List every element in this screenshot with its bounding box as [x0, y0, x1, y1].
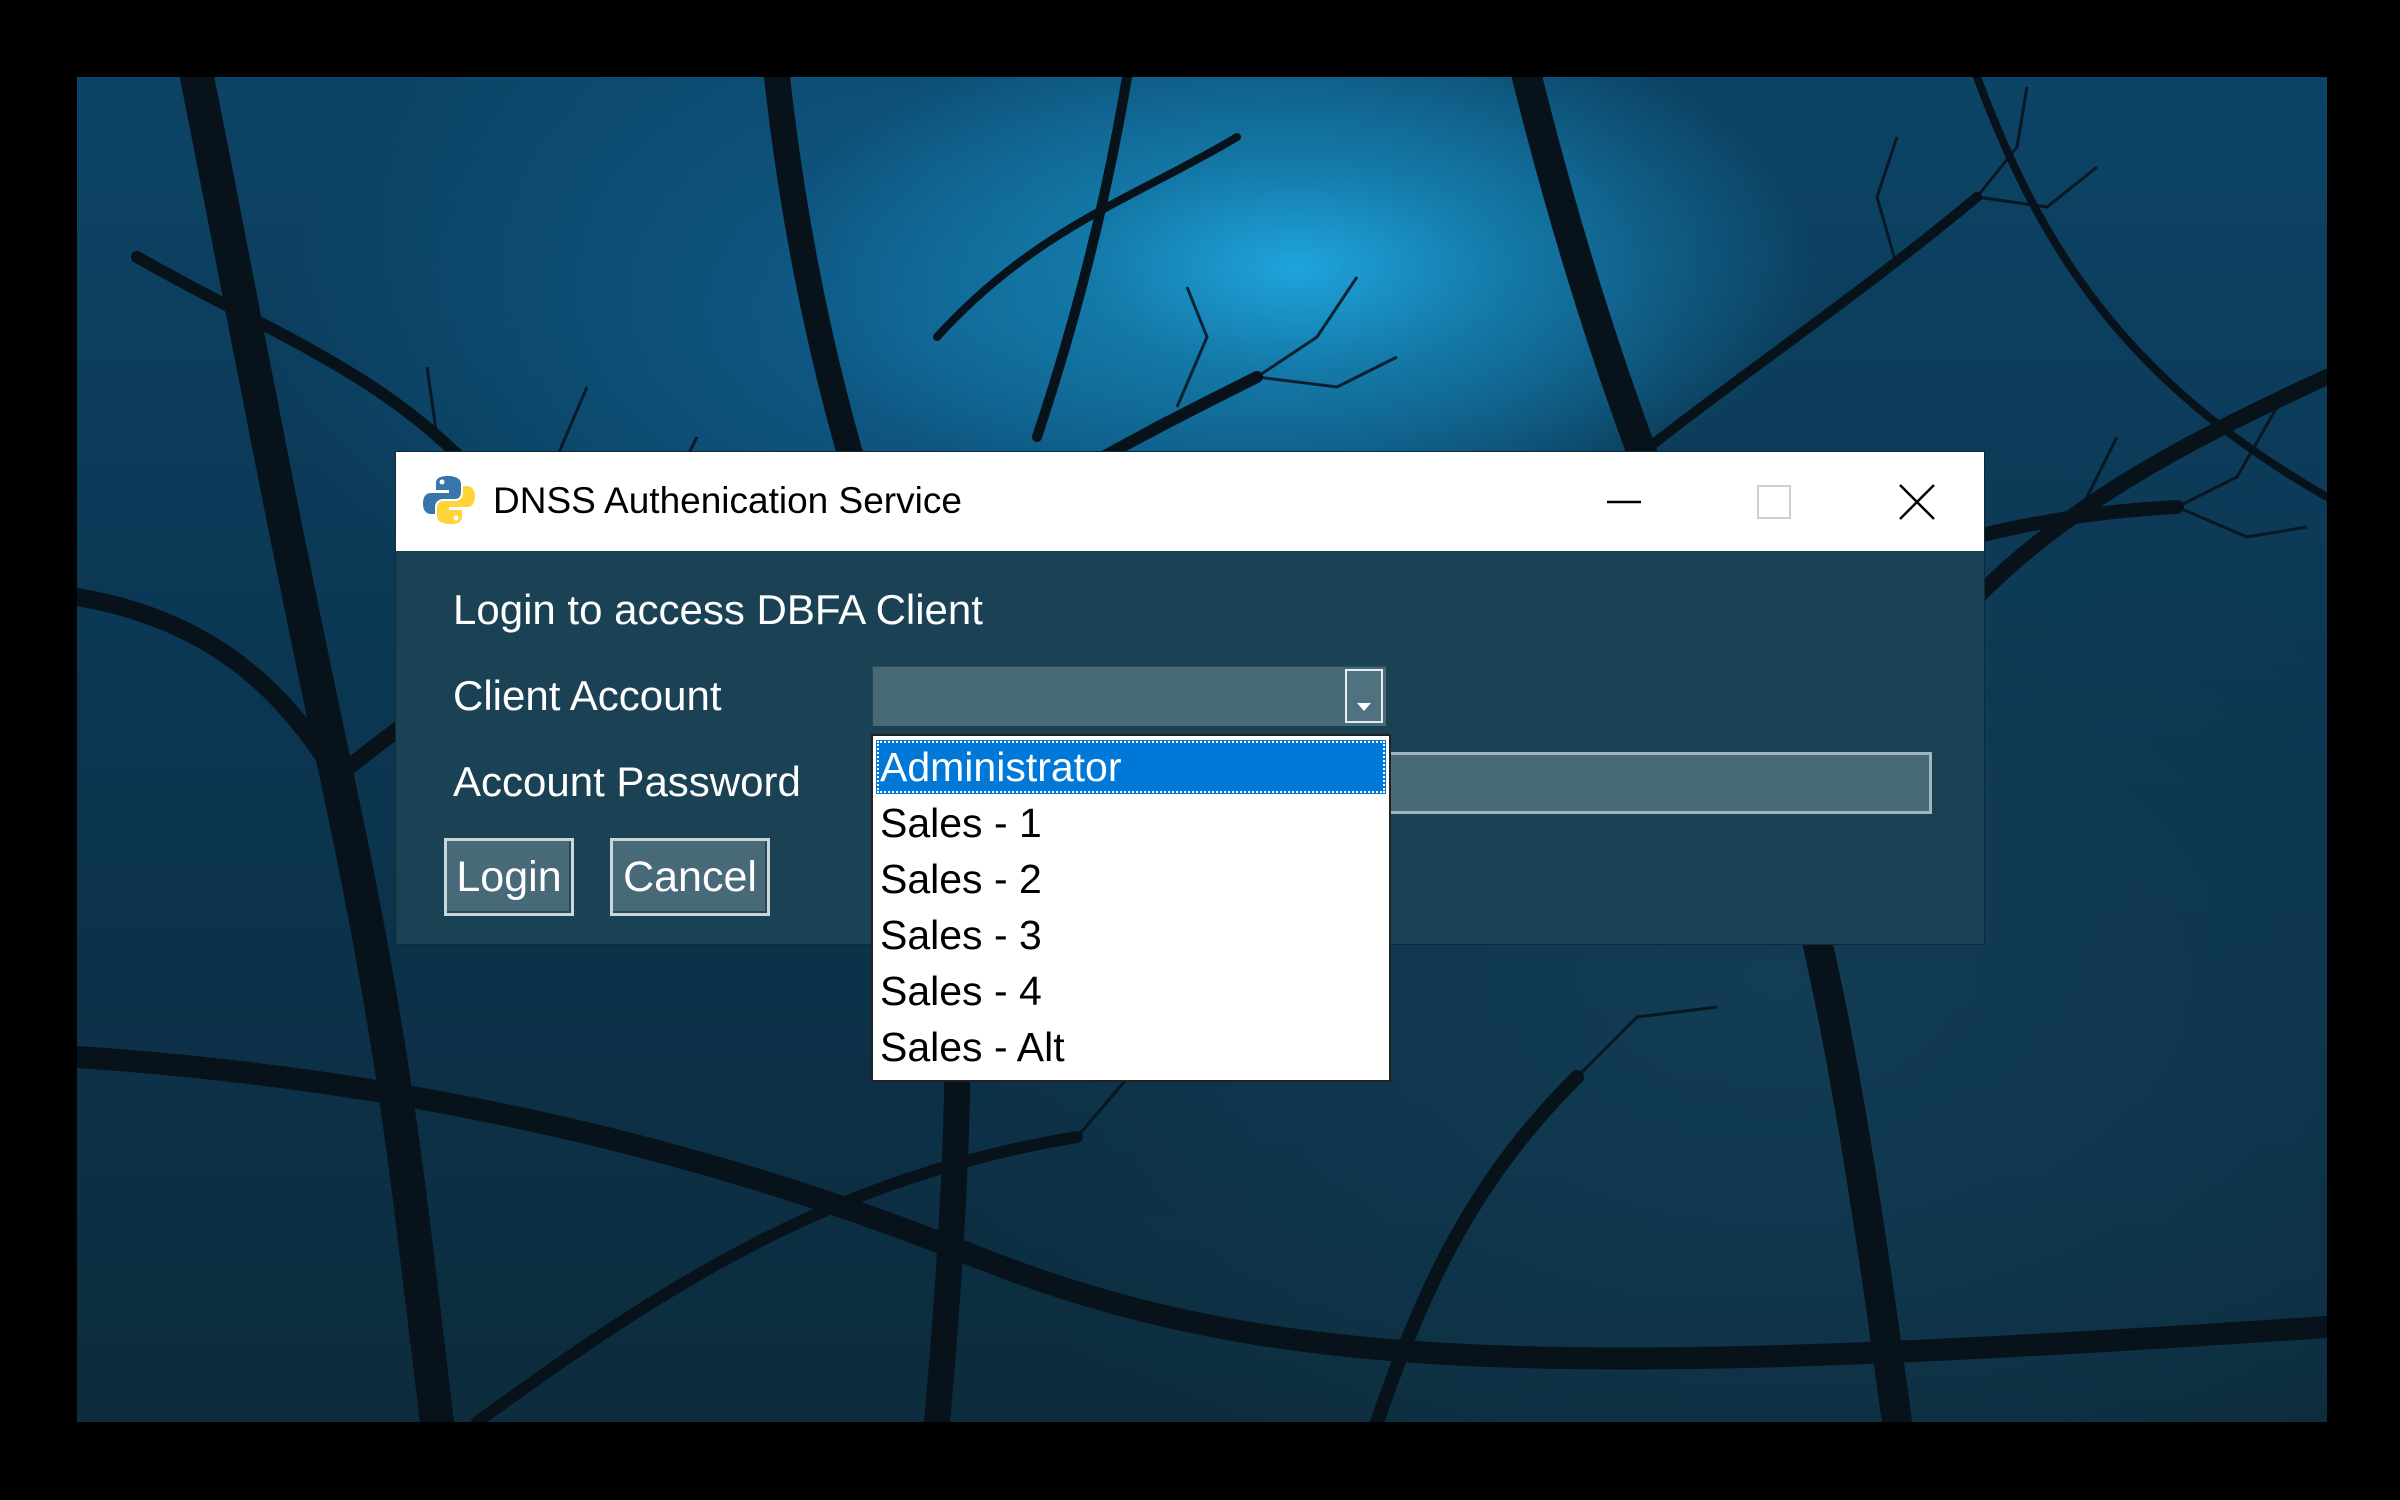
dropdown-option-sales-4[interactable]: Sales - 4 [876, 964, 1386, 1018]
close-button[interactable] [1849, 452, 1984, 551]
window-title: DNSS Authenication Service [493, 480, 962, 521]
python-icon [423, 476, 475, 524]
close-icon [1898, 483, 1935, 520]
dropdown-option-sales-alt[interactable]: Sales - Alt [876, 1020, 1386, 1074]
chevron-down-icon [1357, 703, 1371, 711]
client-account-combobox[interactable] [872, 666, 1386, 726]
cancel-button[interactable]: Cancel [610, 838, 770, 916]
maximize-button[interactable] [1699, 452, 1849, 551]
account-password-label: Account Password [453, 758, 801, 805]
minimize-button[interactable] [1549, 452, 1699, 551]
dropdown-option-administrator[interactable]: Administrator [876, 740, 1386, 794]
dropdown-arrow-button[interactable] [1345, 669, 1383, 723]
dropdown-option-sales-2[interactable]: Sales - 2 [876, 852, 1386, 906]
login-button[interactable]: Login [444, 838, 574, 916]
dropdown-option-sales-3[interactable]: Sales - 3 [876, 908, 1386, 962]
client-account-dropdown-list[interactable]: Administrator Sales - 1 Sales - 2 Sales … [871, 734, 1391, 1082]
minimize-icon [1607, 500, 1641, 503]
dropdown-option-sales-1[interactable]: Sales - 1 [876, 796, 1386, 850]
login-heading: Login to access DBFA Client [453, 586, 983, 633]
title-bar[interactable]: DNSS Authenication Service [396, 452, 1984, 551]
client-account-label: Client Account [453, 672, 722, 719]
maximize-icon [1757, 484, 1791, 519]
